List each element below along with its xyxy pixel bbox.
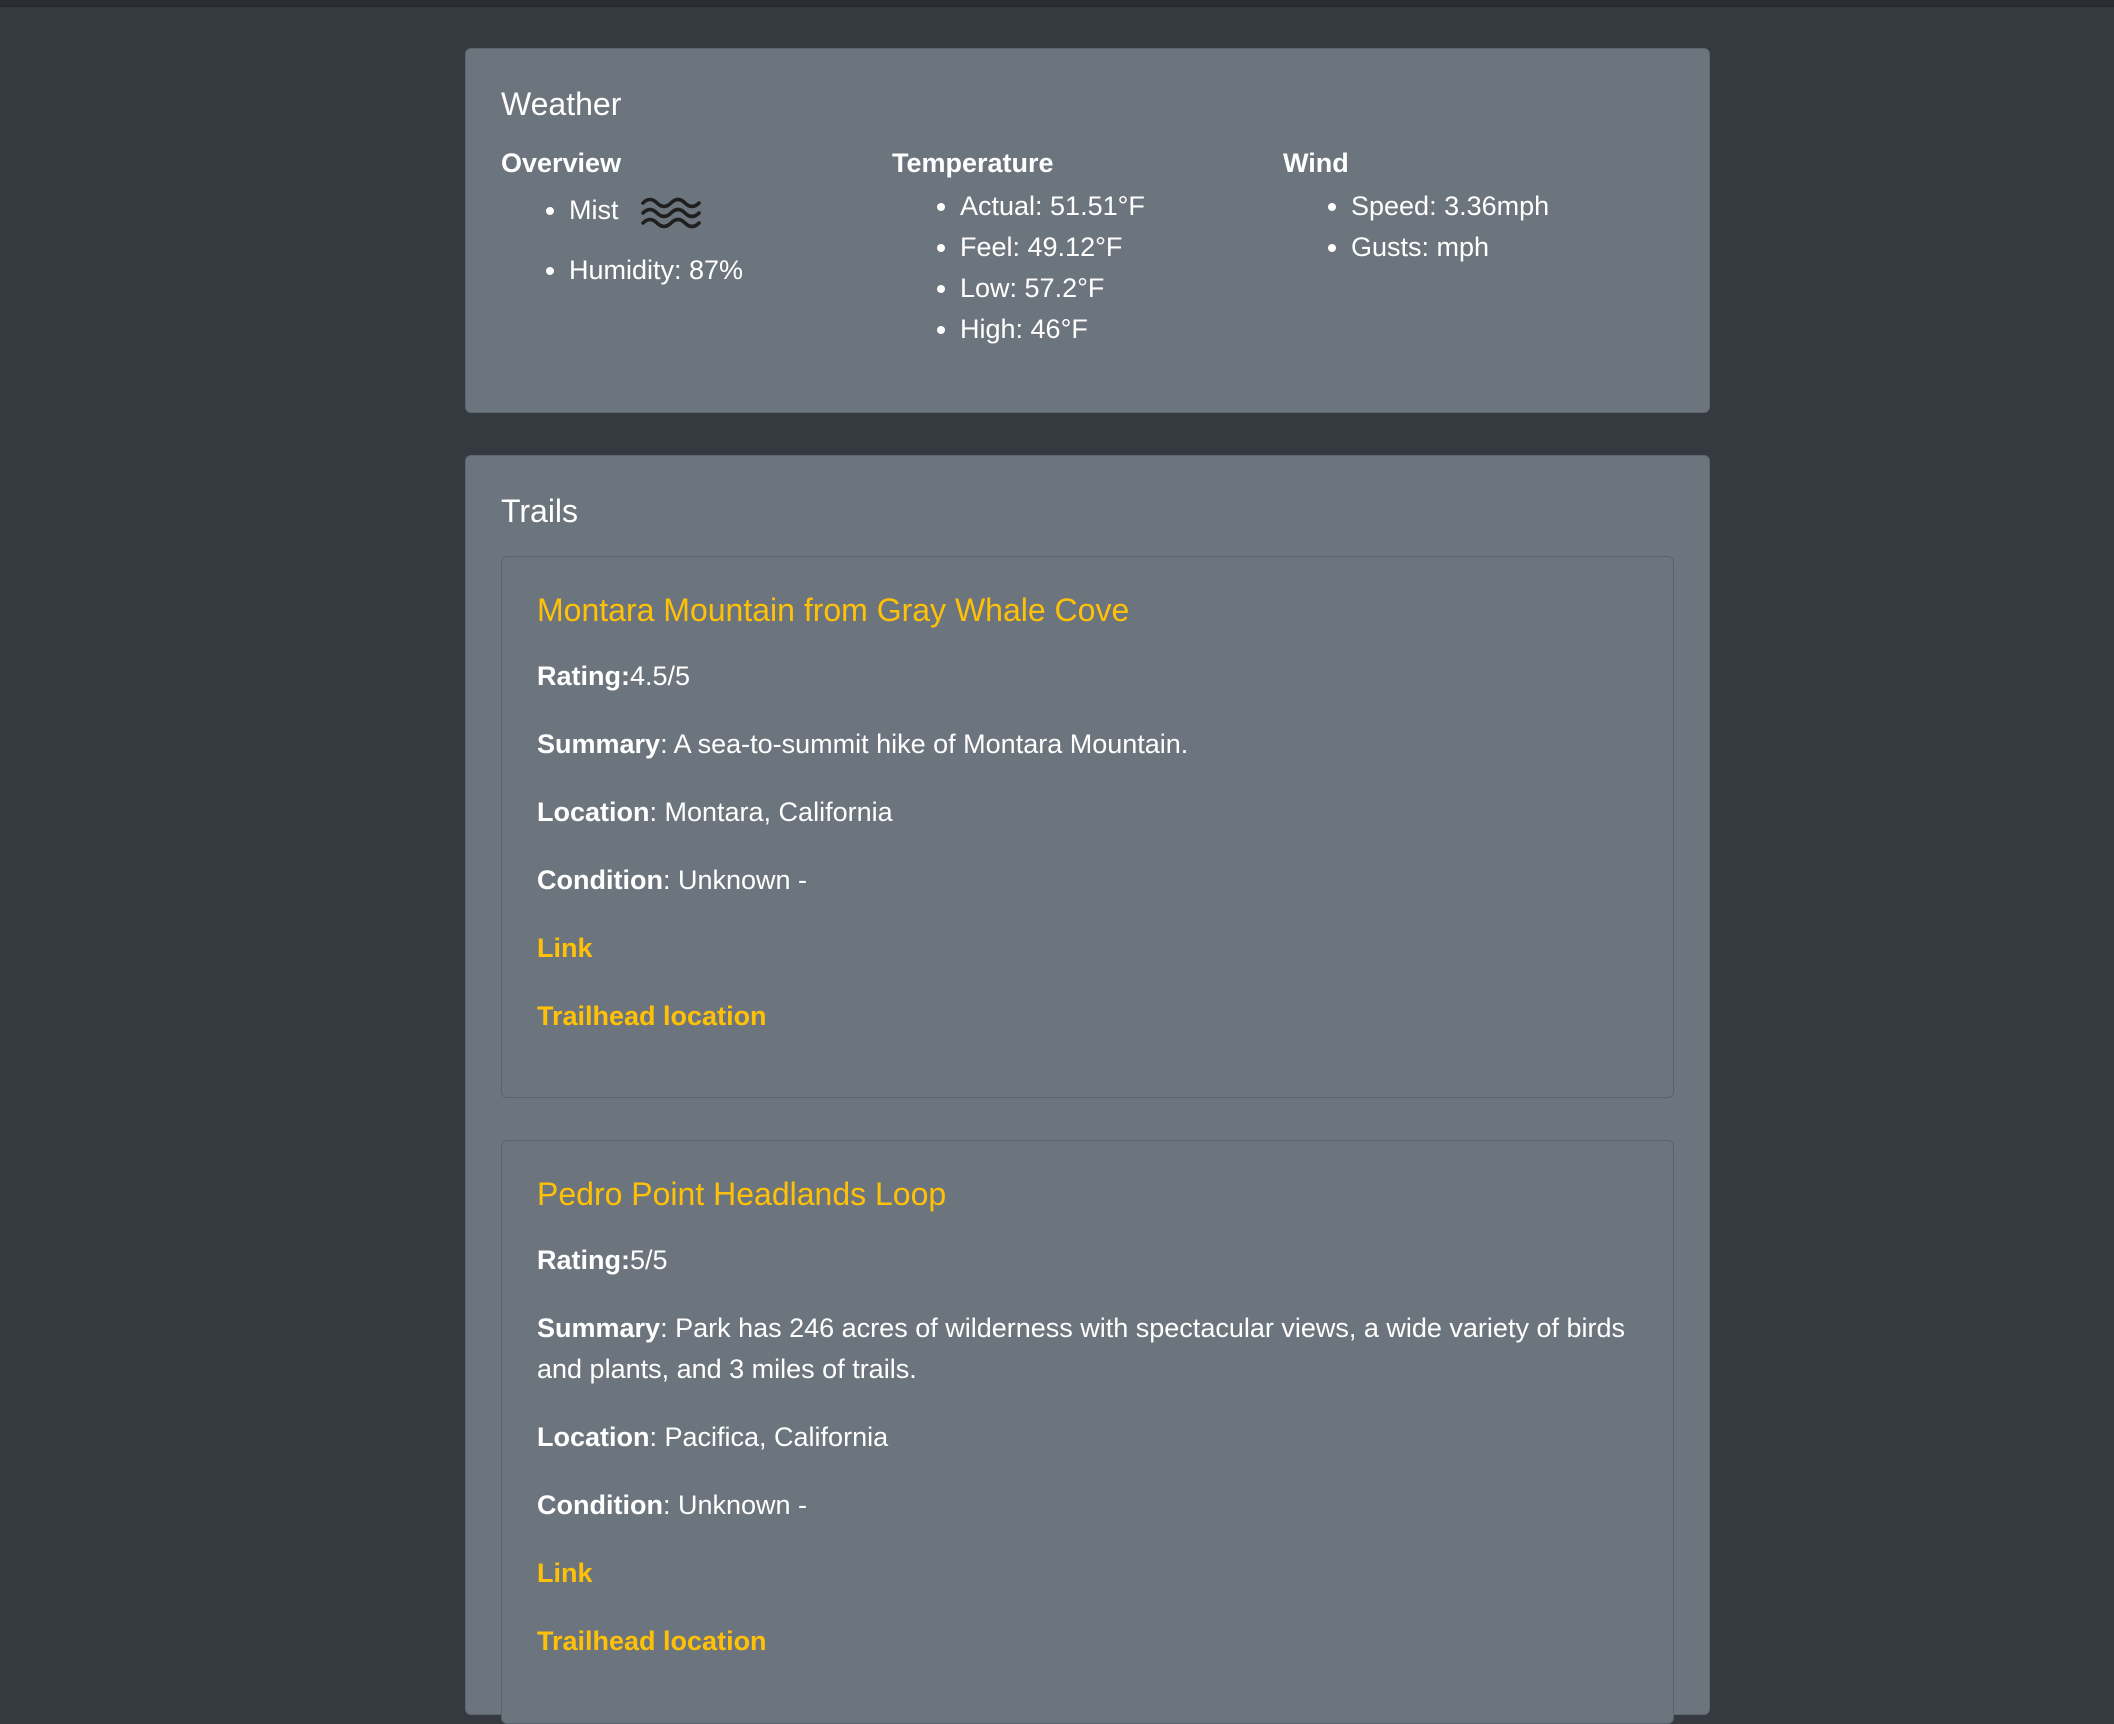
wind-column: Wind Speed: 3.36mph Gusts: mph	[1283, 147, 1674, 349]
temperature-actual: Actual: 51.51°F	[960, 186, 1283, 227]
location-value: : Montara, California	[649, 796, 893, 827]
main-container: Weather Overview Mist	[465, 48, 1710, 1724]
condition-label: Condition	[537, 1489, 663, 1520]
location-label: Location	[537, 796, 650, 827]
weather-condition-text: Mist	[569, 194, 619, 225]
condition-label: Condition	[537, 864, 663, 895]
mist-icon	[640, 190, 702, 234]
rating-label: Rating:	[537, 1244, 630, 1275]
rating-value: 4.5/5	[629, 660, 691, 691]
wind-gusts: Gusts: mph	[1351, 227, 1674, 268]
temperature-low: Low: 57.2°F	[960, 268, 1283, 309]
top-border	[0, 0, 2114, 7]
trail-summary: Summary: Park has 246 acres of wildernes…	[537, 1308, 1638, 1390]
weather-title: Weather	[501, 86, 622, 122]
trailhead-location-link[interactable]: Trailhead location	[537, 1621, 767, 1662]
trail-rating: Rating:4.5/5	[537, 656, 1638, 697]
trails-title: Trails	[501, 493, 579, 529]
summary-value: : A sea-to-summit hike of Montara Mounta…	[660, 728, 1189, 759]
trail-summary: Summary: A sea-to-summit hike of Montara…	[537, 724, 1638, 765]
wind-list: Speed: 3.36mph Gusts: mph	[1283, 186, 1674, 268]
temperature-high: High: 46°F	[960, 309, 1283, 350]
trail-card: Pedro Point Headlands Loop Rating:5/5 Su…	[501, 1140, 1674, 1724]
overview-column: Overview Mist	[501, 147, 892, 349]
weather-condition-item: Mist	[569, 184, 892, 236]
trail-name: Pedro Point Headlands Loop	[537, 1176, 947, 1213]
temperature-column: Temperature Actual: 51.51°F Feel: 49.12°…	[892, 147, 1283, 349]
temperature-list: Actual: 51.51°F Feel: 49.12°F Low: 57.2°…	[892, 186, 1283, 350]
condition-value: : Unknown -	[662, 864, 808, 895]
rating-value: 5/5	[629, 1244, 668, 1275]
trail-condition: Condition: Unknown -	[537, 860, 1638, 901]
overview-heading: Overview	[501, 148, 622, 179]
summary-label: Summary	[537, 1312, 661, 1343]
summary-value: : Park has 246 acres of wilderness with …	[537, 1312, 1625, 1384]
trail-location: Location: Pacifica, California	[537, 1417, 1638, 1458]
trail-rating: Rating:5/5	[537, 1240, 1638, 1281]
trailhead-location-link[interactable]: Trailhead location	[537, 996, 767, 1037]
weather-row: Overview Mist	[501, 147, 1674, 349]
location-value: : Pacifica, California	[649, 1421, 889, 1452]
wind-speed: Speed: 3.36mph	[1351, 186, 1674, 227]
temperature-heading: Temperature	[892, 148, 1054, 179]
trail-link[interactable]: Link	[537, 928, 593, 969]
trail-name: Montara Mountain from Gray Whale Cove	[537, 592, 1130, 629]
wind-heading: Wind	[1283, 148, 1349, 179]
trails-card: Trails Montara Mountain from Gray Whale …	[465, 455, 1710, 1724]
trail-link[interactable]: Link	[537, 1553, 593, 1594]
temperature-feel: Feel: 49.12°F	[960, 227, 1283, 268]
trail-location: Location: Montara, California	[537, 792, 1638, 833]
condition-value: : Unknown -	[662, 1489, 808, 1520]
overview-list: Mist Humidity: 87%	[501, 184, 892, 291]
trail-card: Montara Mountain from Gray Whale Cove Ra…	[501, 556, 1674, 1099]
summary-label: Summary	[537, 728, 661, 759]
weather-card: Weather Overview Mist	[465, 48, 1710, 413]
trail-condition: Condition: Unknown -	[537, 1485, 1638, 1526]
rating-label: Rating:	[537, 660, 630, 691]
humidity-item: Humidity: 87%	[569, 250, 892, 291]
location-label: Location	[537, 1421, 650, 1452]
